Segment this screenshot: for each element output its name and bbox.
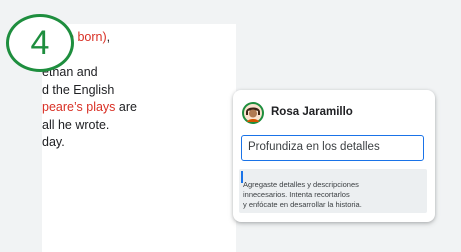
doc-line-4: d the English (42, 82, 115, 97)
doc-line-5: peare’s plays are (42, 100, 137, 114)
suggestion-text: Agregaste detalles y descripciones innec… (243, 180, 425, 210)
suggestion-line: Agregaste detalles y descripciones (243, 180, 359, 189)
doc-line-6: all he wrote. (42, 117, 110, 132)
suggestion-line: innecesarios. Intenta recortarlos (243, 190, 350, 199)
comment-input[interactable]: Profundiza en los detalles (241, 135, 424, 161)
doc-line-7: day. (42, 135, 65, 149)
doc-red-text: peare’s plays (42, 100, 116, 114)
document-page[interactable]: peare born), ethan and d the English pea… (42, 24, 236, 252)
user-avatar-icon (242, 102, 264, 124)
comment-card[interactable]: Rosa Jaramillo Profundiza en los detalle… (233, 90, 435, 222)
app-canvas: peare born), ethan and d the English pea… (0, 0, 461, 252)
ai-suggestion-box: Agregaste detalles y descripciones innec… (239, 169, 427, 213)
suggestion-line: y enfócate en desarrollar la historia. (243, 200, 362, 209)
doc-line-3: ethan and (42, 65, 98, 79)
step-number-badge: 4 (6, 14, 74, 72)
comment-author-name: Rosa Jaramillo (271, 106, 353, 118)
